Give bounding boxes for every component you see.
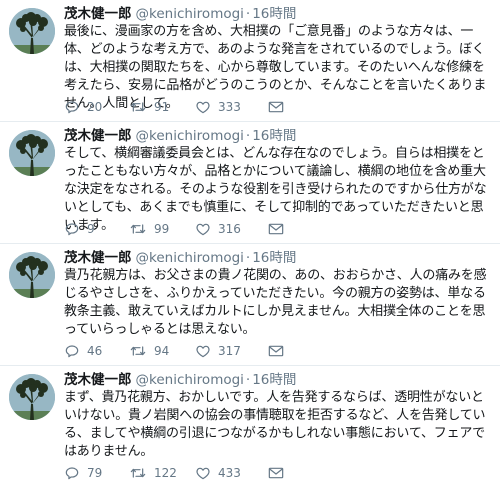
- timestamp[interactable]: 16時間: [252, 6, 296, 22]
- reply-button[interactable]: 9: [64, 221, 129, 237]
- envelope-icon: [268, 345, 284, 357]
- heart-icon: [196, 345, 210, 358]
- separator-dot: ·: [245, 250, 251, 266]
- tweet-header: 茂木健一郎 @kenichiromogi · 16時間: [64, 248, 296, 268]
- reply-count: 20: [87, 100, 103, 114]
- retweet-icon: [130, 468, 146, 478]
- tweet-actions: 46 94 317: [64, 341, 288, 361]
- tweet[interactable]: 茂木健一郎 @kenichiromogi · 16時間 貴乃花親方は、お父さまの貴ノ花…: [0, 244, 500, 366]
- reply-button[interactable]: 20: [64, 99, 129, 115]
- separator-dot: ·: [245, 128, 251, 144]
- like-button[interactable]: 433: [195, 465, 268, 481]
- avatar[interactable]: [9, 130, 55, 176]
- retweet-count: 122: [154, 466, 177, 480]
- envelope-icon: [268, 223, 284, 235]
- avatar[interactable]: [9, 8, 55, 54]
- envelope-icon: [268, 101, 284, 113]
- author-name[interactable]: 茂木健一郎: [64, 250, 132, 266]
- retweet-button[interactable]: 122: [129, 465, 195, 481]
- author-handle[interactable]: @kenichiromogi: [136, 6, 244, 22]
- author-handle[interactable]: @kenichiromogi: [136, 128, 244, 144]
- heart-icon: [196, 467, 210, 480]
- tweet-header: 茂木健一郎 @kenichiromogi · 16時間: [64, 4, 296, 24]
- separator-dot: ·: [245, 6, 251, 22]
- retweet-count: 91: [154, 100, 170, 114]
- retweet-icon: [130, 102, 146, 112]
- tweet-header: 茂木健一郎 @kenichiromogi · 16時間: [64, 126, 296, 146]
- timestamp[interactable]: 16時間: [252, 250, 296, 266]
- like-count: 333: [218, 100, 241, 114]
- retweet-count: 94: [154, 344, 170, 358]
- tweet-actions: 79 122 433: [64, 463, 288, 483]
- author-name[interactable]: 茂木健一郎: [64, 372, 132, 388]
- tree-silhouette-icon: [9, 8, 55, 54]
- timestamp[interactable]: 16時間: [252, 128, 296, 144]
- retweet-button[interactable]: 94: [129, 343, 195, 359]
- retweet-icon: [130, 224, 146, 234]
- reply-count: 46: [87, 344, 103, 358]
- avatar[interactable]: [9, 252, 55, 298]
- envelope-icon: [268, 467, 284, 479]
- direct-message-button[interactable]: [268, 100, 288, 114]
- like-count: 316: [218, 222, 241, 236]
- reply-count: 9: [87, 222, 95, 236]
- heart-icon: [196, 223, 210, 236]
- tweet[interactable]: 茂木健一郎 @kenichiromogi · 16時間 そして、横綱審議委員会とは、ど…: [0, 122, 500, 244]
- direct-message-button[interactable]: [268, 344, 288, 358]
- like-button[interactable]: 333: [195, 99, 268, 115]
- tree-silhouette-icon: [9, 374, 55, 420]
- author-handle[interactable]: @kenichiromogi: [136, 372, 244, 388]
- separator-dot: ·: [245, 372, 251, 388]
- reply-icon: [65, 101, 79, 114]
- like-count: 433: [218, 466, 241, 480]
- tweet-header: 茂木健一郎 @kenichiromogi · 16時間: [64, 370, 296, 390]
- tree-silhouette-icon: [9, 130, 55, 176]
- tweet-actions: 9 99 316: [64, 219, 288, 239]
- author-handle[interactable]: @kenichiromogi: [136, 250, 244, 266]
- author-name[interactable]: 茂木健一郎: [64, 6, 132, 22]
- tweet-feed: 茂木健一郎 @kenichiromogi · 16時間 最後に、漫画家の方を含め、大相…: [0, 0, 500, 488]
- reply-icon: [65, 345, 79, 358]
- reply-icon: [65, 223, 79, 236]
- tweet[interactable]: 茂木健一郎 @kenichiromogi · 16時間 まず、貴乃花親方、おかしいです…: [0, 366, 500, 488]
- retweet-icon: [130, 346, 146, 356]
- tweet-text: まず、貴乃花親方、おかしいです。人を告発するならば、透明性がないといけない。貴ノ…: [64, 390, 486, 459]
- tweet[interactable]: 茂木健一郎 @kenichiromogi · 16時間 最後に、漫画家の方を含め、大相…: [0, 0, 500, 122]
- reply-icon: [65, 467, 79, 480]
- tweet-actions: 20 91 333: [64, 97, 288, 117]
- retweet-button[interactable]: 91: [129, 99, 195, 115]
- heart-icon: [196, 101, 210, 114]
- direct-message-button[interactable]: [268, 466, 288, 480]
- retweet-button[interactable]: 99: [129, 221, 195, 237]
- tree-silhouette-icon: [9, 252, 55, 298]
- like-count: 317: [218, 344, 241, 358]
- author-name[interactable]: 茂木健一郎: [64, 128, 132, 144]
- reply-button[interactable]: 79: [64, 465, 129, 481]
- reply-count: 79: [87, 466, 103, 480]
- timestamp[interactable]: 16時間: [252, 372, 296, 388]
- retweet-count: 99: [154, 222, 170, 236]
- tweet-text: 貴乃花親方は、お父さまの貴ノ花関の、あの、おおらかさ、人の痛みを感じるやさしさを…: [64, 268, 487, 337]
- direct-message-button[interactable]: [268, 222, 288, 236]
- like-button[interactable]: 317: [195, 343, 268, 359]
- reply-button[interactable]: 46: [64, 343, 129, 359]
- avatar[interactable]: [9, 374, 55, 420]
- like-button[interactable]: 316: [195, 221, 268, 237]
